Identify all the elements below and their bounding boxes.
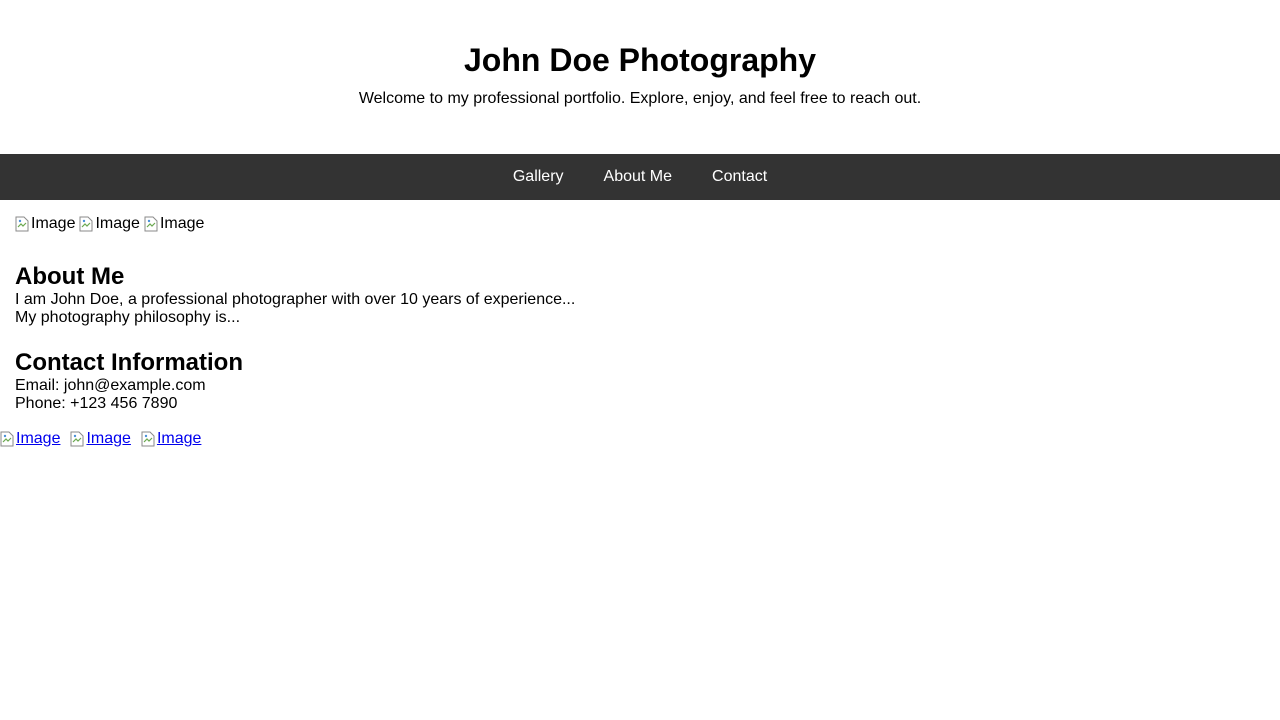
page-title: John Doe Photography — [464, 42, 816, 78]
gallery: Image Image Image — [15, 215, 1265, 233]
footer-image-alt: Image — [86, 430, 131, 447]
broken-image-icon — [141, 431, 155, 447]
contact-email: Email: john@example.com — [15, 377, 206, 394]
broken-image-icon — [0, 431, 14, 447]
footer-image-link[interactable]: Image — [141, 430, 201, 448]
broken-image-icon — [144, 216, 158, 232]
site-header: John Doe Photography Welcome to my profe… — [0, 0, 1280, 154]
about-section: About Me I am John Doe, a professional p… — [15, 263, 1265, 327]
main-content: Image Image Image About Me I am John Doe… — [0, 215, 1280, 413]
tagline: Welcome to my professional portfolio. Ex… — [358, 90, 922, 107]
broken-image-icon — [15, 216, 29, 232]
footer-image-alt: Image — [16, 430, 61, 447]
broken-image-icon — [70, 431, 84, 447]
gallery-image: Image — [79, 215, 140, 233]
footer-image-link[interactable]: Image — [0, 430, 60, 448]
navbar: Gallery About Me Contact — [0, 154, 1280, 200]
gallery-image-alt: Image — [159, 215, 205, 232]
nav-link-about-me[interactable]: About Me — [584, 154, 692, 200]
footer-social-links: Image Image Image — [0, 430, 1280, 448]
broken-image-icon — [79, 216, 93, 232]
contact-heading: Contact Information — [15, 349, 243, 376]
gallery-image-alt: Image — [95, 215, 140, 232]
nav-link-contact[interactable]: Contact — [692, 154, 787, 200]
contact-phone: Phone: +123 456 7890 — [15, 395, 178, 412]
gallery-image: Image — [15, 215, 75, 233]
footer-image-alt: Image — [156, 430, 202, 447]
nav-link-gallery[interactable]: Gallery — [493, 154, 584, 200]
gallery-image: Image — [144, 215, 204, 233]
gallery-image-alt: Image — [31, 215, 76, 232]
about-paragraph: My photography philosophy is... — [15, 309, 241, 326]
about-heading: About Me — [15, 263, 125, 290]
footer-image-link[interactable]: Image — [70, 430, 131, 448]
about-paragraph: I am John Doe, a professional photograph… — [15, 291, 576, 308]
contact-section: Contact Information Email: john@example.… — [15, 349, 1265, 413]
